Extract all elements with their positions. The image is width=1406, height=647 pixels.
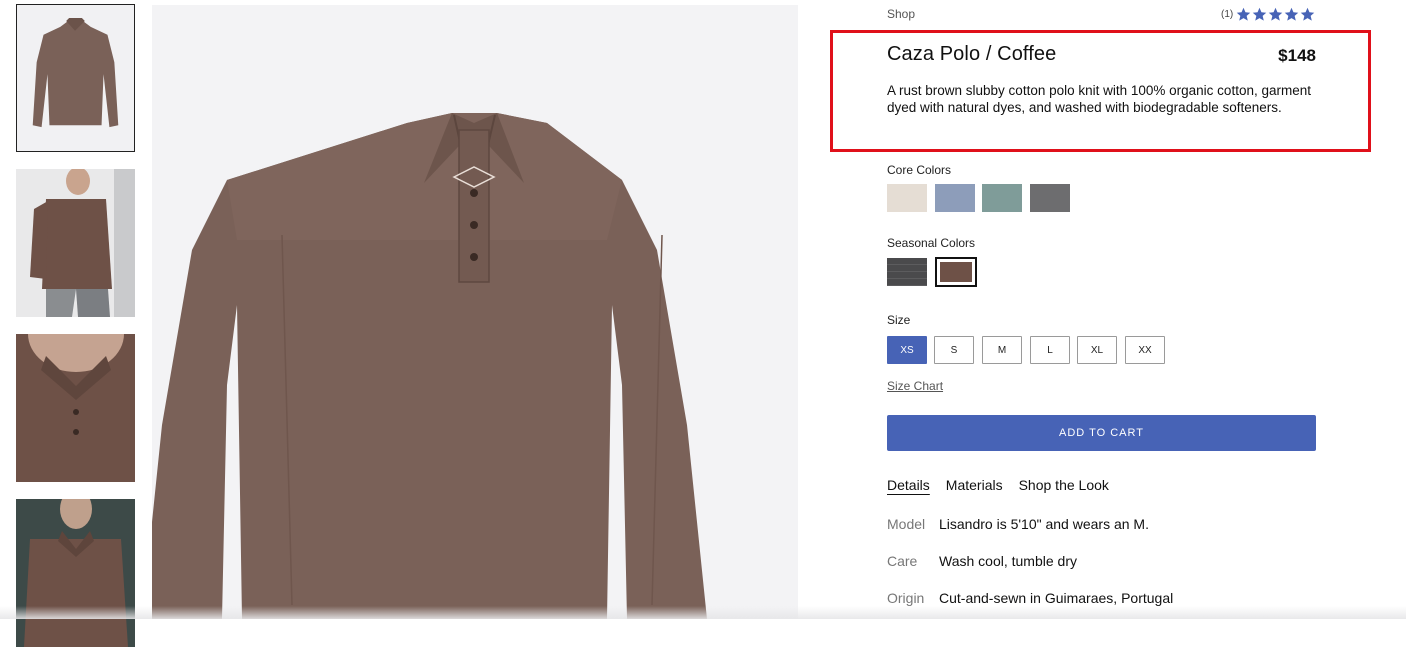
color-swatch-coffee[interactable] [935, 257, 977, 287]
star-icon [1252, 7, 1267, 21]
size-option-m[interactable]: M [982, 336, 1022, 364]
seasonal-colors-label: Seasonal Colors [887, 236, 976, 250]
bottom-fade [0, 606, 1406, 619]
detail-value: Cut-and-sewn in Guimaraes, Portugal [939, 590, 1174, 606]
size-option-xx[interactable]: XX [1125, 336, 1165, 364]
color-swatch-natural[interactable] [887, 184, 927, 212]
detail-row-care: Care Wash cool, tumble dry [887, 553, 1077, 569]
tab-materials[interactable]: Materials [946, 477, 1003, 493]
rating-count: (1) [1221, 9, 1234, 20]
color-swatch-charcoal[interactable] [1030, 184, 1070, 212]
size-option-s[interactable]: S [934, 336, 974, 364]
add-to-cart-button[interactable]: ADD TO CART [887, 415, 1316, 451]
main-product-image [152, 5, 798, 619]
detail-key: Care [887, 553, 918, 569]
size-option-xl[interactable]: XL [1077, 336, 1117, 364]
thumbnail-model-side[interactable] [16, 169, 135, 317]
star-icon [1268, 7, 1283, 21]
detail-key: Model [887, 516, 926, 532]
product-price: $148 [1278, 46, 1316, 65]
detail-key: Origin [887, 590, 925, 606]
core-colors-label: Core Colors [887, 163, 952, 177]
star-icon [1236, 7, 1251, 21]
breadcrumb[interactable]: Shop [887, 7, 915, 21]
size-option-xs[interactable]: XS [887, 336, 927, 364]
detail-row-model: Model Lisandro is 5'10" and wears an M. [887, 516, 1149, 532]
color-swatch-stripe[interactable] [887, 258, 927, 286]
star-icon [1300, 7, 1315, 21]
detail-value: Lisandro is 5'10" and wears an M. [939, 516, 1149, 532]
size-chart-link[interactable]: Size Chart [887, 379, 943, 393]
detail-row-origin: Origin Cut-and-sewn in Guimaraes, Portug… [887, 590, 1173, 606]
color-swatch-blue[interactable] [935, 184, 975, 212]
product-title: Caza Polo / Coffee [887, 43, 1057, 65]
color-swatch-sage[interactable] [982, 184, 1022, 212]
rating[interactable]: (1) [1221, 7, 1315, 22]
detail-value: Wash cool, tumble dry [939, 553, 1077, 569]
size-label: Size [887, 313, 911, 327]
thumbnail-collar-detail[interactable] [16, 334, 135, 482]
product-description: A rust brown slubby cotton polo knit wit… [887, 83, 1311, 115]
color-swatch-coffee-fill [940, 262, 972, 282]
star-icon [1284, 7, 1299, 21]
tab-shop-the-look[interactable]: Shop the Look [1019, 477, 1109, 493]
thumbnail-front[interactable] [16, 4, 135, 152]
size-option-l[interactable]: L [1030, 336, 1070, 364]
tab-details[interactable]: Details [887, 477, 930, 493]
thumbnail-model-front[interactable] [16, 499, 135, 647]
detail-tabs: Details Materials Shop the Look [887, 477, 1109, 493]
